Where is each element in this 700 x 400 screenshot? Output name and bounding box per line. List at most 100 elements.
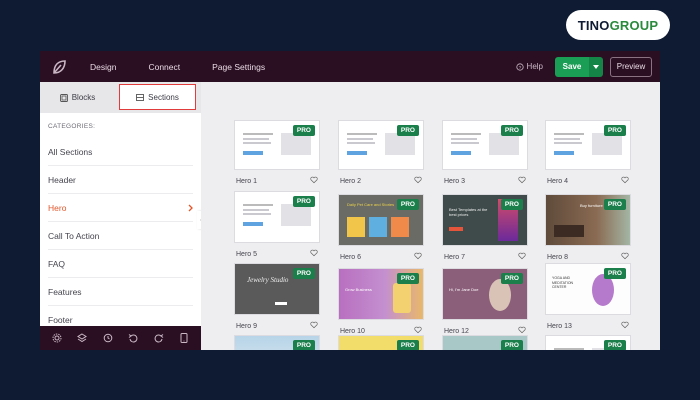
section-thumbnail[interactable]: PRO: [234, 335, 320, 350]
section-card[interactable]: PRO: [442, 335, 528, 350]
section-card-title: Hero 3: [444, 177, 466, 185]
favorite-heart-icon[interactable]: [518, 252, 526, 262]
thumbnail-caption: Hi, I'm Jane Doe: [449, 287, 479, 292]
mobile-icon[interactable]: [178, 332, 190, 344]
section-card[interactable]: Hi, I'm Jane Doe PRO Hero 12: [442, 268, 528, 336]
thumbnail-caption: Buy furniture: [580, 203, 603, 208]
pro-badge: PRO: [500, 340, 523, 350]
sidebar-bottom-toolbar: [40, 326, 201, 350]
section-thumbnail[interactable]: PRO: [338, 335, 424, 350]
nav-connect[interactable]: Connect: [148, 62, 180, 72]
section-card[interactable]: PRO Hero 5: [234, 191, 320, 259]
section-card[interactable]: PRO Hero 3: [442, 120, 528, 186]
section-card-title: Hero 9: [236, 322, 258, 330]
section-thumbnail[interactable]: Jewelry Studio PRO: [234, 263, 320, 315]
pro-badge: PRO: [603, 125, 626, 136]
favorite-heart-icon[interactable]: [621, 321, 629, 331]
section-card-title: Hero 7: [444, 253, 466, 261]
category-header[interactable]: Header: [48, 166, 193, 194]
thumbnail-caption: YOGA AND MEDITATION CENTER: [552, 276, 574, 289]
section-card[interactable]: Best Templates at the best prices PRO Hero…: [442, 194, 528, 262]
save-options-dropdown[interactable]: [589, 56, 603, 77]
svg-text:?: ?: [518, 64, 521, 70]
section-card[interactable]: Jewelry Studio PRO Hero 9: [234, 263, 320, 331]
category-features[interactable]: Features: [48, 278, 193, 306]
pro-badge: PRO: [500, 273, 523, 284]
tab-sections[interactable]: Sections: [119, 84, 196, 110]
category-all-sections[interactable]: All Sections: [48, 138, 193, 166]
favorite-heart-icon[interactable]: [414, 176, 422, 186]
section-card[interactable]: Daily Pet Care and Stories PRO Hero 6: [338, 194, 424, 262]
category-list: All Sections Header Hero Call To Action …: [40, 138, 201, 334]
chevron-right-icon: [188, 204, 193, 211]
tab-blocks-label: Blocks: [71, 93, 96, 102]
category-hero[interactable]: Hero: [48, 194, 193, 222]
section-card[interactable]: Buy furniture PRO Hero 8: [545, 194, 631, 262]
nav-design[interactable]: Design: [90, 62, 116, 72]
history-icon[interactable]: [102, 332, 114, 344]
section-card[interactable]: PRO Hero 1: [234, 120, 320, 186]
undo-icon[interactable]: [127, 332, 139, 344]
favorite-heart-icon[interactable]: [414, 252, 422, 262]
section-thumbnail[interactable]: YOGA AND MEDITATION CENTER PRO: [545, 263, 631, 315]
section-card[interactable]: PRO Hero 2: [338, 120, 424, 186]
favorite-heart-icon[interactable]: [621, 252, 629, 262]
category-faq[interactable]: FAQ: [48, 250, 193, 278]
pro-badge: PRO: [292, 340, 315, 350]
category-call-to-action[interactable]: Call To Action: [48, 222, 193, 250]
section-card[interactable]: PRO: [338, 335, 424, 350]
section-thumbnail[interactable]: Grow Business PRO: [338, 268, 424, 320]
pro-badge: PRO: [292, 196, 315, 207]
save-button[interactable]: Save: [555, 56, 589, 77]
pro-badge: PRO: [396, 125, 419, 136]
logo-text-main: TINO: [577, 17, 610, 33]
section-thumbnail[interactable]: Buy furniture PRO: [545, 194, 631, 246]
section-thumbnail[interactable]: PRO: [545, 120, 631, 170]
caret-down-icon: [593, 64, 599, 69]
section-thumbnail[interactable]: PRO: [545, 335, 631, 350]
section-thumbnail[interactable]: PRO: [338, 120, 424, 170]
section-card[interactable]: PRO: [545, 335, 631, 350]
pro-badge: PRO: [603, 199, 626, 210]
section-thumbnail[interactable]: PRO: [234, 120, 320, 170]
settings-icon[interactable]: [51, 332, 63, 344]
pro-badge: PRO: [500, 125, 523, 136]
tab-blocks[interactable]: Blocks: [40, 82, 115, 113]
help-link[interactable]: ? Help: [515, 62, 543, 71]
tab-sections-label: Sections: [148, 92, 179, 102]
section-thumbnail[interactable]: PRO: [442, 120, 528, 170]
redo-icon[interactable]: [153, 332, 165, 344]
favorite-heart-icon[interactable]: [310, 249, 318, 259]
section-thumbnail[interactable]: Hi, I'm Jane Doe PRO: [442, 268, 528, 320]
logo-text-accent: GROUP: [609, 17, 659, 33]
leaf-logo-icon[interactable]: [50, 58, 68, 76]
section-thumbnail[interactable]: PRO: [442, 335, 528, 350]
favorite-heart-icon[interactable]: [310, 321, 318, 331]
help-label: Help: [526, 62, 543, 71]
pro-badge: PRO: [396, 273, 419, 284]
section-thumbnail[interactable]: PRO: [234, 191, 320, 243]
thumbnail-caption: Jewelry Studio: [247, 276, 289, 284]
preview-button[interactable]: Preview: [610, 56, 652, 77]
tinogroup-watermark-logo: TINO GROUP: [566, 10, 670, 40]
section-card[interactable]: YOGA AND MEDITATION CENTER PRO Hero 13: [545, 263, 631, 331]
section-thumbnail[interactable]: Daily Pet Care and Stories PRO: [338, 194, 424, 246]
section-card-title: Hero 4: [547, 177, 569, 185]
favorite-heart-icon[interactable]: [621, 176, 629, 186]
blocks-icon: [59, 93, 68, 102]
help-icon: ?: [515, 62, 524, 70]
page-builder-window: Design Connect Page Settings ? Help Save…: [40, 51, 660, 350]
sidebar-tabs: Blocks Sections: [40, 82, 201, 113]
section-card[interactable]: PRO Hero 4: [545, 120, 631, 186]
section-card-title: Hero 13: [547, 322, 572, 330]
nav-page-settings[interactable]: Page Settings: [212, 62, 265, 72]
section-thumbnail[interactable]: Best Templates at the best prices PRO: [442, 194, 528, 246]
favorite-heart-icon[interactable]: [518, 176, 526, 186]
section-card[interactable]: PRO: [234, 335, 320, 350]
section-card[interactable]: Grow Business PRO Hero 10: [338, 268, 424, 336]
pro-badge: PRO: [603, 340, 626, 350]
favorite-heart-icon[interactable]: [310, 176, 318, 186]
categories-heading: CATEGORIES:: [48, 123, 96, 130]
save-button-group: Save: [555, 56, 603, 77]
layers-icon[interactable]: [76, 332, 88, 344]
